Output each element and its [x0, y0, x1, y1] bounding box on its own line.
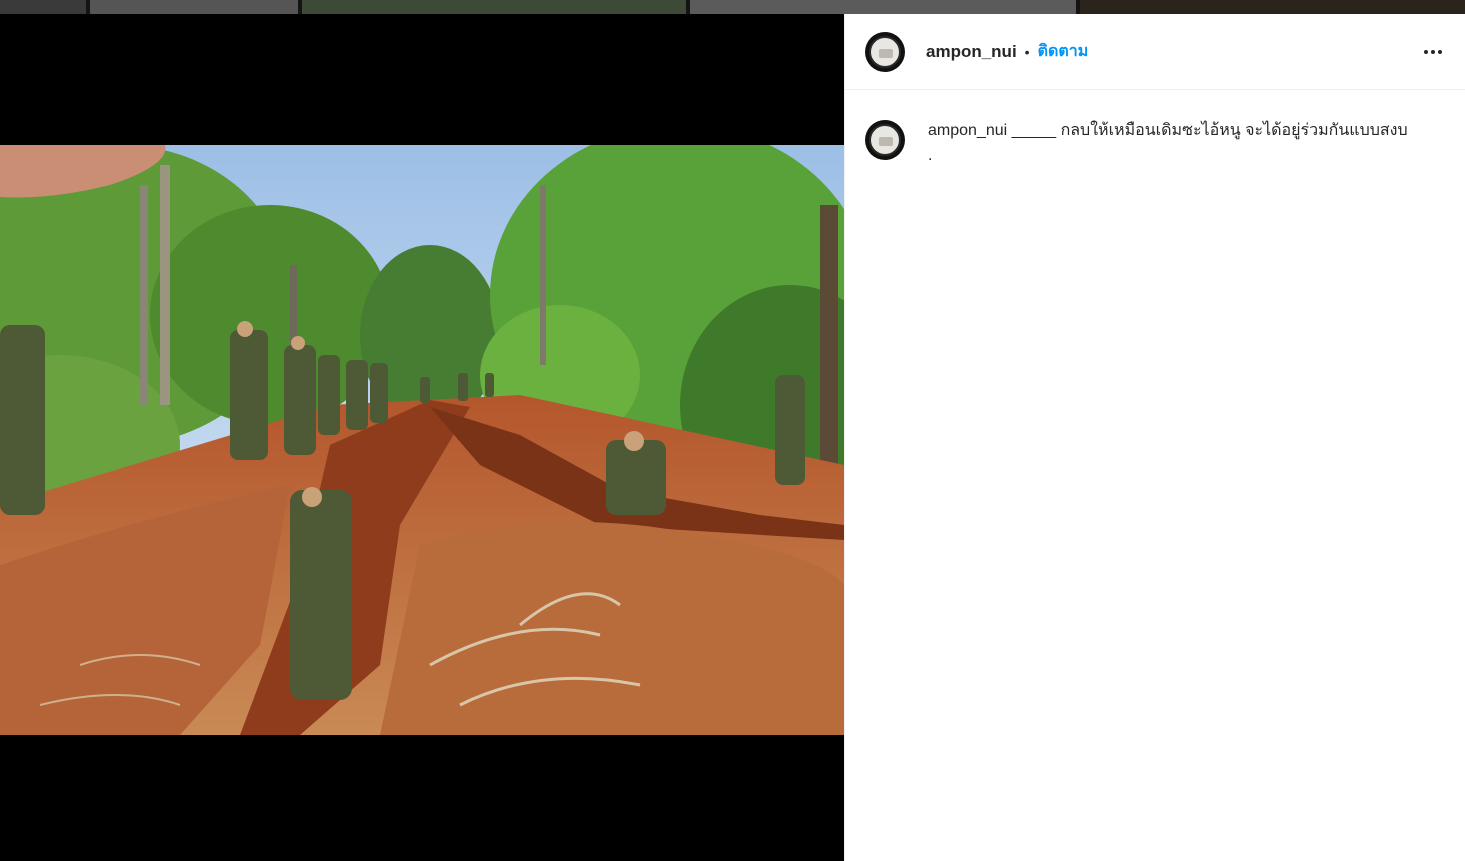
avatar-image: [869, 124, 901, 156]
caption-line-2: .: [928, 147, 933, 164]
author-avatar[interactable]: [865, 31, 905, 72]
background-thumbnail: [90, 0, 298, 14]
author-username[interactable]: ampon_nui: [926, 42, 1017, 62]
trench-photo-illustration: [0, 145, 844, 735]
post-media[interactable]: [0, 14, 844, 861]
background-thumbnail: [690, 0, 1076, 14]
caption-text: _____ กลบให้เหมือนเดิมซะไอ้หนู จะได้อยู่…: [1011, 122, 1408, 139]
more-horizontal-icon[interactable]: [1421, 40, 1445, 64]
post-photo: [0, 145, 844, 735]
separator-dot: •: [1024, 43, 1030, 60]
caption-text-block: ampon_nui _____ กลบให้เหมือนเดิมซะไอ้หนู…: [928, 118, 1408, 168]
background-thumbnail: [1080, 0, 1465, 14]
post-header: ampon_nui • ติดตาม: [845, 14, 1465, 90]
background-feed-strip: [0, 0, 1465, 14]
post-modal: ampon_nui • ติดตาม ampon_nui _____ กลบให…: [0, 14, 1465, 861]
background-thumbnail: [0, 0, 86, 14]
caption-author-avatar[interactable]: [865, 120, 905, 160]
caption-comment: ampon_nui _____ กลบให้เหมือนเดิมซะไอ้หนู…: [845, 90, 1465, 168]
post-info-panel: ampon_nui • ติดตาม ampon_nui _____ กลบให…: [844, 14, 1465, 861]
follow-button[interactable]: ติดตาม: [1038, 39, 1089, 64]
avatar-image: [869, 35, 901, 68]
background-thumbnail: [302, 0, 686, 14]
caption-username[interactable]: ampon_nui: [928, 122, 1007, 139]
